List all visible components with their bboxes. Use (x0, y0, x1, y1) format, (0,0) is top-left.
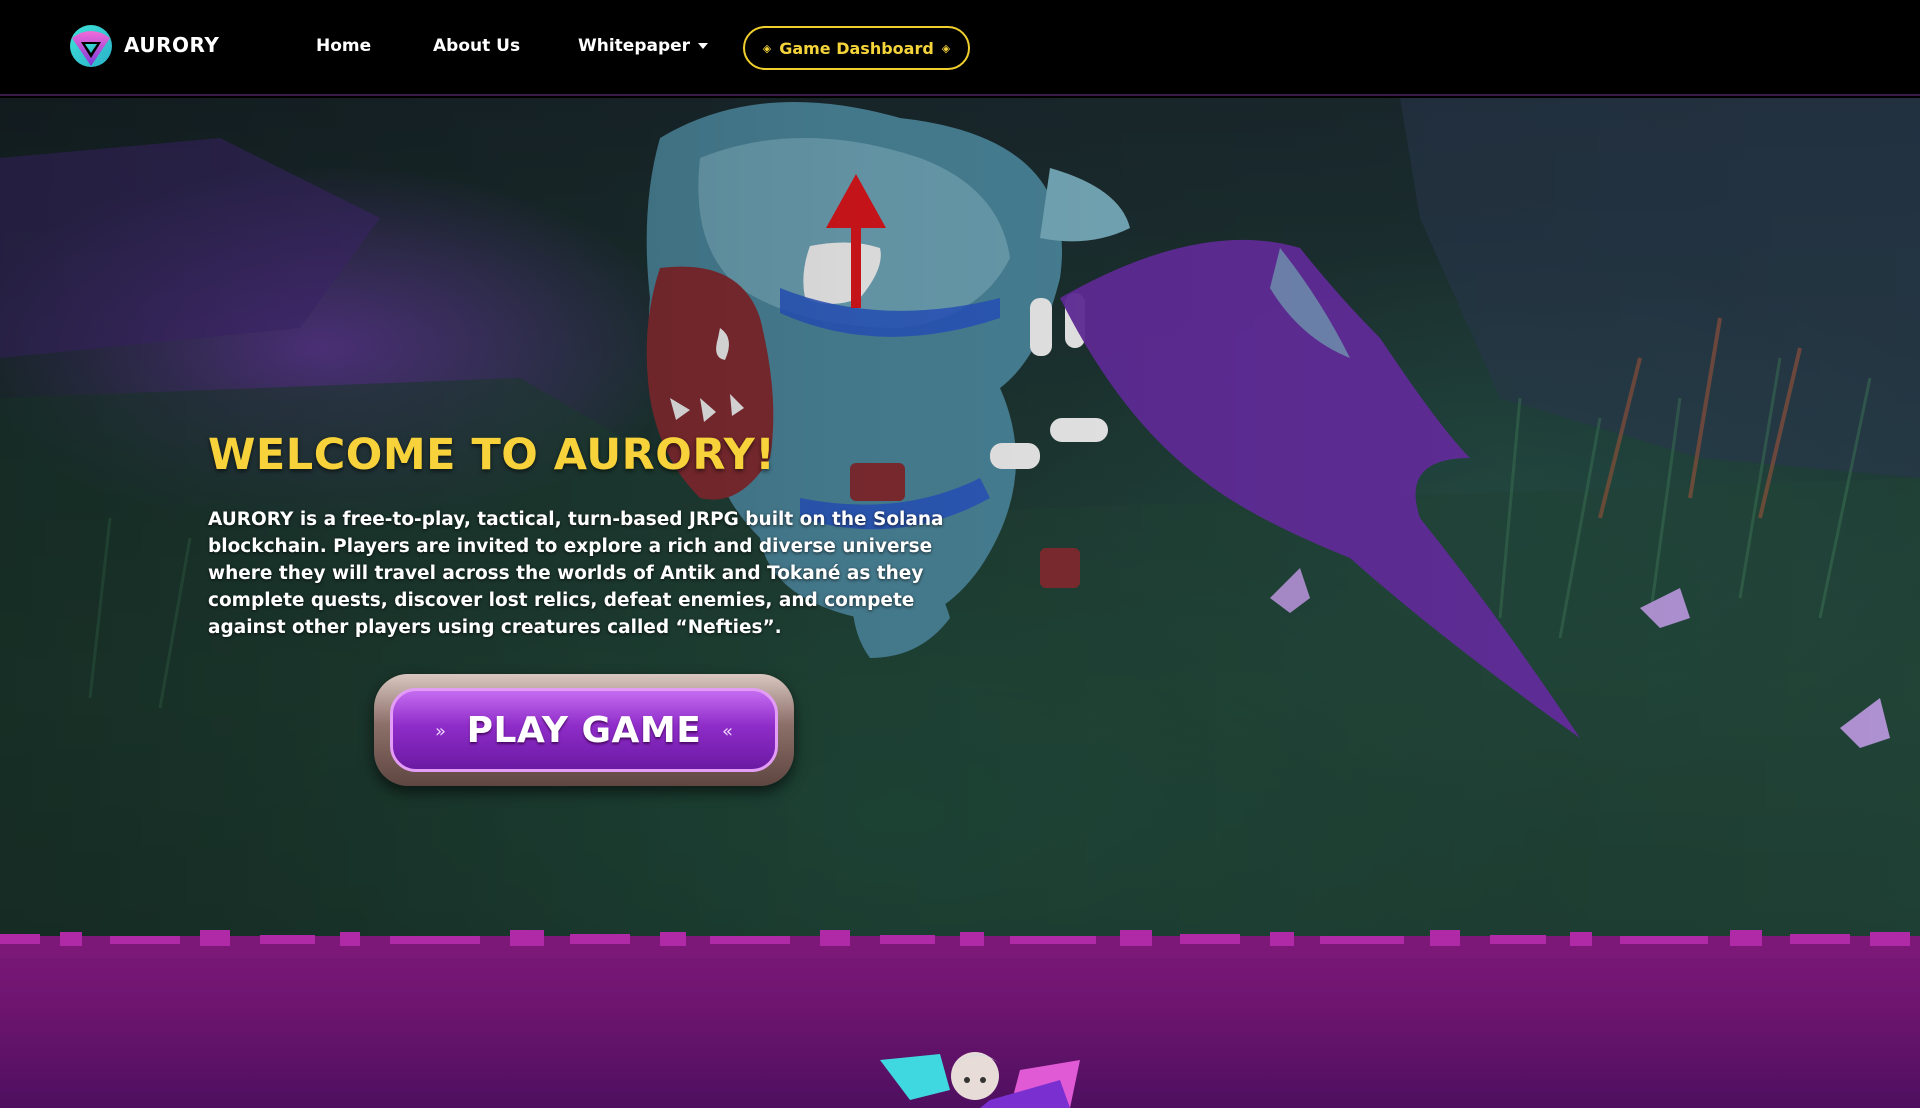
nav-whitepaper-label: Whitepaper (578, 36, 691, 56)
chevron-left-icon: « (721, 721, 733, 742)
aurory-logo-icon (70, 25, 112, 67)
caret-down-icon (698, 43, 709, 49)
diamond-icon: ◈ (762, 41, 772, 55)
hero-title: WELCOME TO AURORY! (208, 430, 776, 480)
brand[interactable]: AURORY (68, 20, 219, 70)
brand-name: AURORY (124, 33, 220, 57)
game-dashboard-label: Game Dashboard (779, 38, 934, 58)
game-dashboard-button[interactable]: ◈ Game Dashboard ◈ (743, 26, 970, 70)
hero-section: WELCOME TO AURORY! AURORY is a free-to-p… (0, 98, 1920, 936)
mascot-character-image (880, 1052, 1080, 1108)
chevron-right-icon: » (435, 721, 447, 742)
play-game-label: PLAY GAME (466, 709, 702, 751)
top-navbar: AURORY Home About Us Whitepaper ◈ Game D… (0, 0, 1920, 96)
nav-about-link[interactable]: About Us (433, 36, 520, 56)
hero-description: AURORY is a free-to-play, tactical, turn… (208, 509, 944, 638)
nav-whitepaper-dropdown[interactable]: Whitepaper (578, 36, 709, 56)
glitch-divider (0, 930, 1920, 958)
nav-home-link[interactable]: Home (316, 36, 371, 56)
diamond-icon: ◈ (941, 41, 951, 55)
play-game-button[interactable]: » PLAY GAME « (374, 674, 794, 786)
play-game-button-face: » PLAY GAME « (390, 688, 778, 772)
